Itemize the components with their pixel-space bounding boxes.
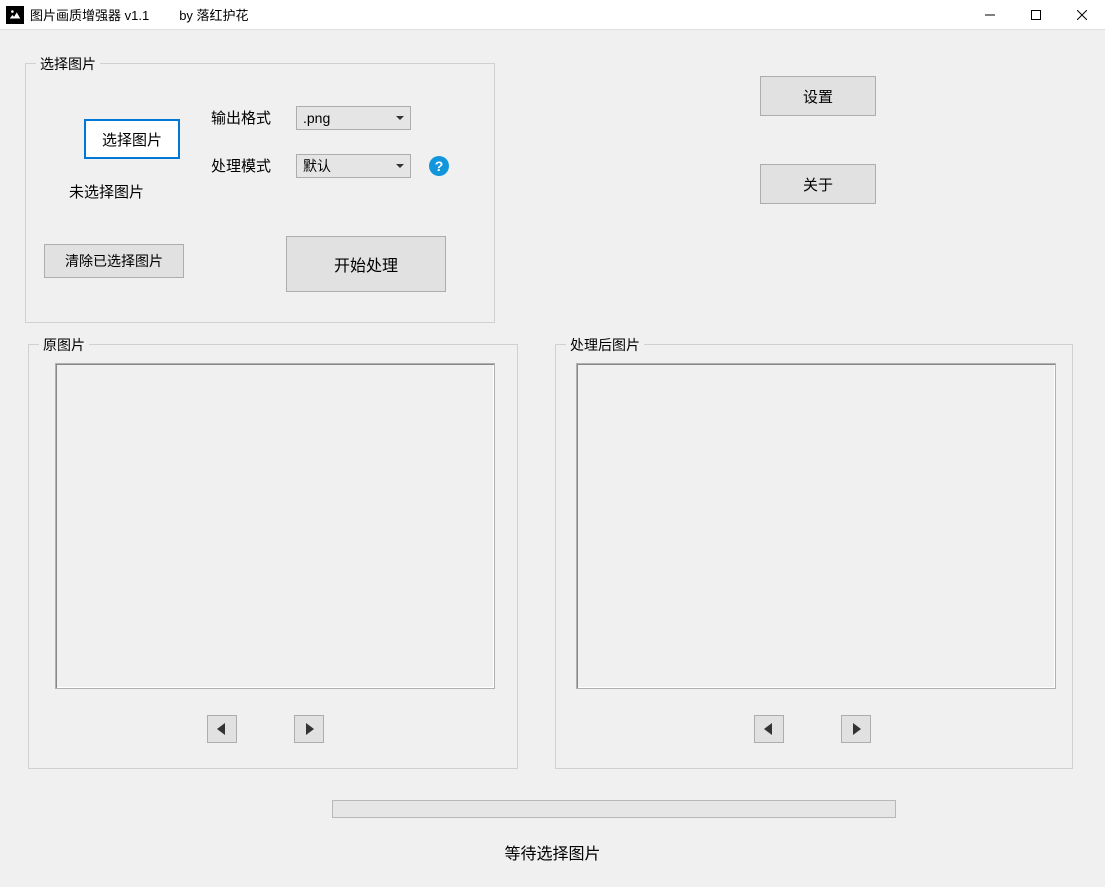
status-text: 等待选择图片 [0,840,1105,864]
titlebar: 图片画质增强器 v1.1 by 落红护花 [0,0,1105,30]
window-title: 图片画质增强器 v1.1 [30,5,149,24]
processed-image-frame [576,363,1056,689]
process-mode-label: 处理模式 [211,155,271,176]
client-area: 选择图片 选择图片 未选择图片 输出格式 .png 处理模式 默认 ? 清除已选… [0,30,1105,887]
output-format-select[interactable]: .png [296,106,411,130]
help-icon[interactable]: ? [429,156,449,176]
group-select-title: 选择图片 [36,54,100,74]
about-button-label: 关于 [803,174,833,195]
settings-button[interactable]: 设置 [760,76,876,116]
original-image-frame [55,363,495,689]
output-format-label: 输出格式 [211,107,271,128]
progress-bar [332,800,896,818]
clear-selected-button-label: 清除已选择图片 [65,251,163,271]
settings-button-label: 设置 [803,86,833,107]
group-select-image: 选择图片 选择图片 未选择图片 输出格式 .png 处理模式 默认 ? 清除已选… [25,63,495,323]
process-mode-select[interactable]: 默认 [296,154,411,178]
maximize-button[interactable] [1013,0,1059,30]
group-original-image: 原图片 [28,344,518,769]
start-process-button-label: 开始处理 [334,252,398,276]
start-process-button[interactable]: 开始处理 [286,236,446,292]
processed-next-button[interactable] [841,715,871,743]
process-mode-value: 默认 [303,156,331,176]
app-icon [6,6,24,24]
about-button[interactable]: 关于 [760,164,876,204]
group-processed-image: 处理后图片 [555,344,1073,769]
output-format-value: .png [303,110,330,126]
close-button[interactable] [1059,0,1105,30]
clear-selected-button[interactable]: 清除已选择图片 [44,244,184,278]
window-author: by 落红护花 [179,5,248,24]
no-selection-label: 未选择图片 [69,181,144,202]
processed-prev-button[interactable] [754,715,784,743]
select-image-button-label: 选择图片 [102,129,162,150]
minimize-button[interactable] [967,0,1013,30]
group-original-title: 原图片 [39,335,89,355]
original-prev-button[interactable] [207,715,237,743]
select-image-button[interactable]: 选择图片 [84,119,180,159]
original-next-button[interactable] [294,715,324,743]
group-processed-title: 处理后图片 [566,335,644,355]
